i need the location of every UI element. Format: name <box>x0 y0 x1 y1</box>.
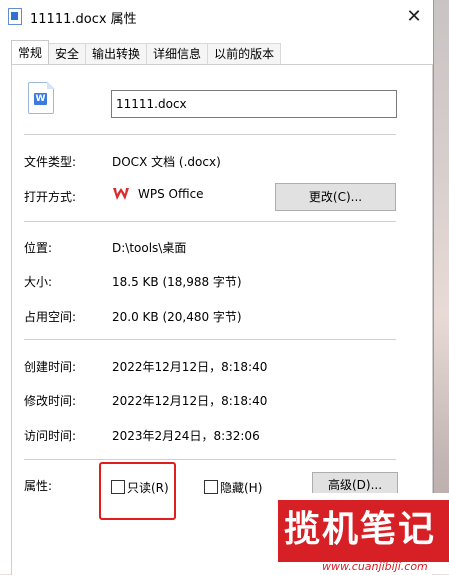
size-label: 大小: <box>24 275 53 289</box>
divider <box>24 339 396 340</box>
created-value: 2022年12月12日，8:18:40 <box>112 360 268 374</box>
disk-size-value: 20.0 KB (20,480 字节) <box>112 310 242 324</box>
divider <box>24 134 396 135</box>
watermark-url: www.cuanjibiji.com <box>322 560 428 573</box>
tab-security[interactable]: 安全 <box>48 43 87 64</box>
tab-general[interactable]: 常规 <box>11 40 50 64</box>
tab-bar: 常规 安全 输出转换 详细信息 以前的版本 <box>11 40 282 65</box>
attributes-label: 属性: <box>24 479 53 493</box>
change-button[interactable]: 更改(C)... <box>275 183 396 211</box>
tab-output-convert[interactable]: 输出转换 <box>85 43 148 64</box>
disk-size-label: 占用空间: <box>24 310 77 324</box>
window-title: 11111.docx 属性 <box>30 12 137 27</box>
tab-previous-versions[interactable]: 以前的版本 <box>207 43 282 64</box>
hidden-checkbox[interactable] <box>204 480 218 494</box>
modified-label: 修改时间: <box>24 394 77 408</box>
modified-value: 2022年12月12日，8:18:40 <box>112 394 268 408</box>
readonly-highlight-box <box>99 462 176 520</box>
divider <box>24 221 396 222</box>
file-type-value: DOCX 文档 (.docx) <box>112 155 221 169</box>
document-icon <box>8 8 22 25</box>
file-type-label: 文件类型: <box>24 155 77 169</box>
divider <box>24 459 396 460</box>
watermark-logo-text: 揽机笔记 <box>284 509 437 550</box>
close-button[interactable]: ✕ <box>395 0 433 32</box>
file-icon-badge: W <box>34 93 47 105</box>
accessed-label: 访问时间: <box>24 429 77 443</box>
location-label: 位置: <box>24 241 53 255</box>
word-file-icon: W <box>28 81 55 114</box>
size-value: 18.5 KB (18,988 字节) <box>112 275 242 289</box>
open-with-value: WPS Office <box>138 187 204 201</box>
tab-details[interactable]: 详细信息 <box>146 43 209 64</box>
hidden-label[interactable]: 隐藏(H) <box>220 479 262 496</box>
accessed-value: 2023年2月24日，8:32:06 <box>112 429 260 443</box>
location-value: D:\tools\桌面 <box>112 241 187 255</box>
desktop-background <box>433 0 449 574</box>
wps-logo-icon <box>113 188 129 200</box>
created-label: 创建时间: <box>24 360 77 374</box>
properties-dialog: 11111.docx 属性 ✕ 常规 安全 输出转换 详细信息 以前的版本 W … <box>0 0 434 575</box>
filename-input[interactable] <box>111 90 397 118</box>
title-bar: 11111.docx 属性 ✕ <box>0 0 433 32</box>
open-with-label: 打开方式: <box>24 190 77 204</box>
